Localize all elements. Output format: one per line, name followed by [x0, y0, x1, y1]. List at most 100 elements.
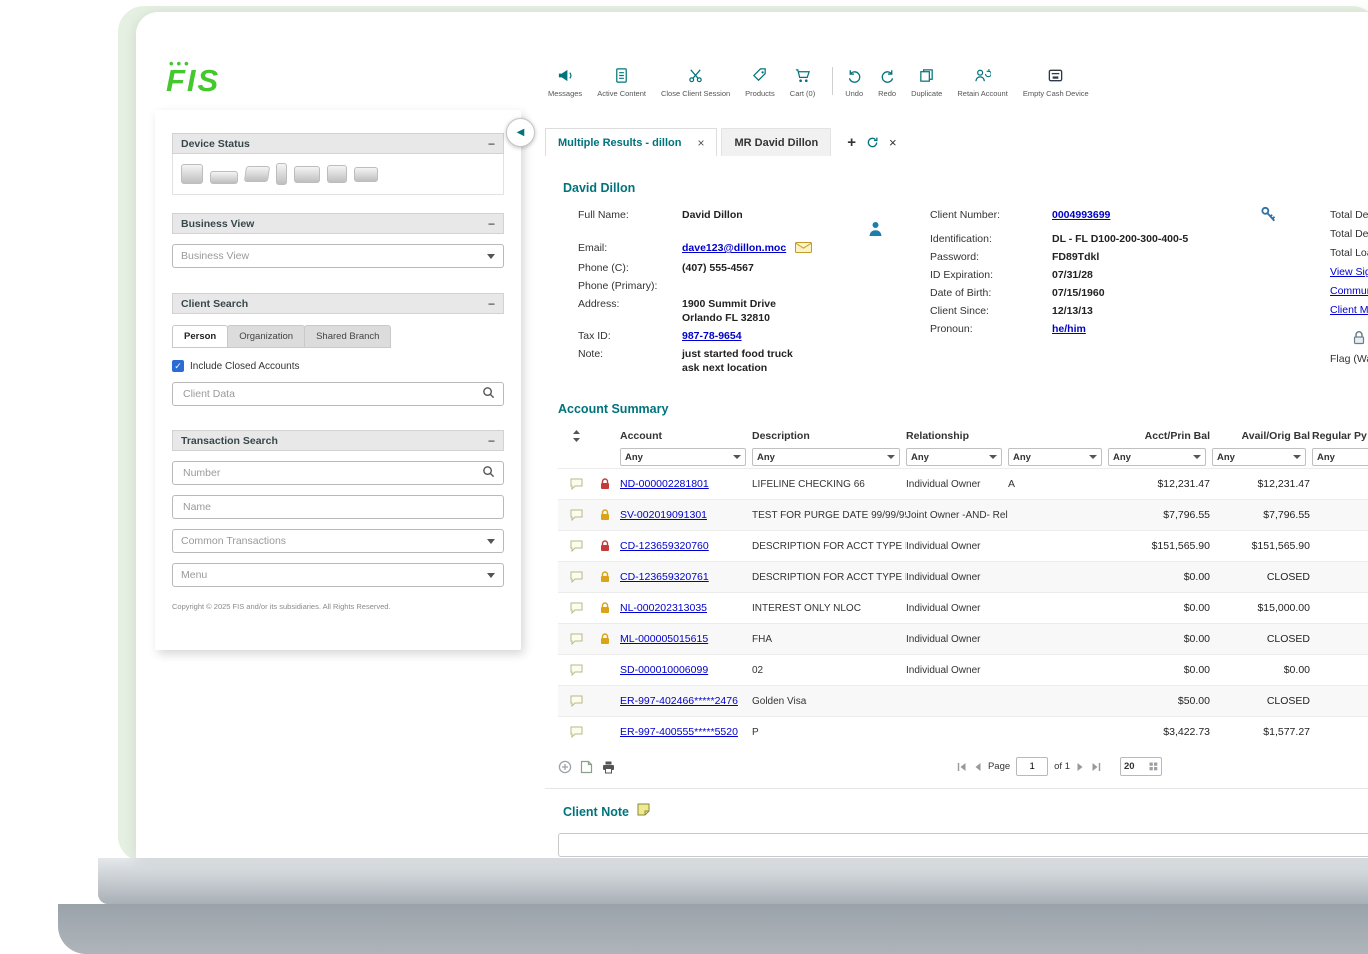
page-size-select[interactable]: 20 [1120, 757, 1162, 776]
client-data-search[interactable] [172, 382, 504, 406]
sort-icon[interactable] [558, 430, 594, 442]
client-note-input[interactable] [558, 833, 1368, 857]
table-row[interactable]: SD-000010006099 02 Individual Owner $0.0… [558, 654, 1368, 685]
device-status-header[interactable]: Device Status − [172, 133, 504, 154]
client-person-icon[interactable] [868, 221, 883, 242]
lock-icon[interactable] [1352, 330, 1366, 350]
menu-select[interactable]: Menu [172, 563, 504, 587]
account-link[interactable]: NL-000202313035 [620, 602, 752, 614]
account-link[interactable]: ER-997-402466*****2476 [620, 695, 752, 707]
filter-extra-select[interactable]: Any [1008, 448, 1102, 466]
filter-relationship-select[interactable]: Any [906, 448, 1002, 466]
search-icon[interactable] [482, 465, 495, 481]
filter-avail-orig-select[interactable]: Any [1212, 448, 1306, 466]
client-maintenance-link[interactable]: Client Ma [1330, 304, 1368, 316]
close-client-session-button[interactable]: Close Client Session [661, 66, 730, 98]
key-icon[interactable] [1259, 206, 1278, 230]
table-row[interactable]: CD-123659320761 DESCRIPTION FOR ACCT TYP… [558, 561, 1368, 592]
print-icon[interactable] [601, 760, 616, 774]
account-link[interactable]: SD-000010006099 [620, 664, 752, 676]
account-link[interactable]: ND-000002281801 [620, 478, 752, 490]
envelope-icon[interactable] [795, 242, 813, 256]
collapse-minus-icon[interactable]: − [488, 137, 495, 151]
communication-link[interactable]: Communi [1330, 285, 1368, 297]
note-bubble-icon[interactable] [558, 726, 594, 738]
cart-button[interactable]: Cart (0) [790, 66, 815, 98]
tab-shared-branch[interactable]: Shared Branch [304, 325, 392, 348]
column-header-relationship[interactable]: Relationship [906, 430, 1008, 442]
sidebar-collapse-button[interactable]: ◀ [506, 118, 535, 147]
tab-organization[interactable]: Organization [227, 325, 306, 348]
client-search-header[interactable]: Client Search − [172, 293, 504, 314]
active-content-button[interactable]: Active Content [597, 66, 646, 98]
filter-acct-prin-select[interactable]: Any [1108, 448, 1206, 466]
business-view-header[interactable]: Business View − [172, 213, 504, 234]
duplicate-button[interactable]: Duplicate [911, 66, 942, 98]
tax-id-link[interactable]: 987-78-9654 [682, 330, 742, 342]
client-data-input[interactable] [181, 387, 482, 401]
refresh-icon[interactable] [866, 136, 879, 149]
transaction-search-header[interactable]: Transaction Search − [172, 430, 504, 451]
table-row[interactable]: ML-000005015615 FHA Individual Owner $0.… [558, 623, 1368, 654]
table-row[interactable]: ER-997-400555*****5520 P $3,422.73 $1,57… [558, 716, 1368, 747]
note-bubble-icon[interactable] [558, 664, 594, 676]
column-header-regular[interactable]: Regular Py [1312, 430, 1368, 442]
note-bubble-icon[interactable] [558, 695, 594, 707]
account-link[interactable]: SV-002019091301 [620, 509, 752, 521]
collapse-minus-icon[interactable]: − [488, 217, 495, 231]
column-header-avail-orig[interactable]: Avail/Orig Bal [1212, 430, 1312, 442]
messages-button[interactable]: Messages [548, 66, 582, 98]
filter-description-select[interactable]: Any [752, 448, 900, 466]
note-bubble-icon[interactable] [558, 602, 594, 614]
undo-button[interactable]: Undo [845, 66, 863, 98]
close-tab-icon[interactable]: × [697, 136, 704, 150]
transaction-name-input[interactable] [181, 500, 495, 514]
email-link[interactable]: dave123@dillon.moc [682, 242, 786, 254]
column-header-acct-prin[interactable]: Acct/Prin Bal [1108, 430, 1212, 442]
table-row[interactable]: NL-000202313035 INTEREST ONLY NLOC Indiv… [558, 592, 1368, 623]
table-row[interactable]: SV-002019091301 TEST FOR PURGE DATE 99/9… [558, 499, 1368, 530]
close-all-icon[interactable]: × [889, 135, 897, 150]
account-link[interactable]: ER-997-400555*****5520 [620, 726, 752, 738]
redo-button[interactable]: Redo [878, 66, 896, 98]
view-signature-link[interactable]: View Sign [1330, 266, 1368, 278]
table-row[interactable]: ER-997-402466*****2476 Golden Visa $50.0… [558, 685, 1368, 716]
add-circle-icon[interactable] [558, 760, 572, 774]
filter-account-select[interactable]: Any [620, 448, 746, 466]
column-header-account[interactable]: Account [620, 430, 752, 442]
transaction-number-input[interactable] [181, 466, 482, 480]
account-link[interactable]: CD-123659320761 [620, 571, 752, 583]
search-icon[interactable] [482, 386, 495, 402]
column-header-description[interactable]: Description [752, 430, 906, 442]
table-row[interactable]: CD-123659320760 DESCRIPTION FOR ACCT TYP… [558, 530, 1368, 561]
next-page-icon[interactable] [1076, 762, 1085, 772]
include-closed-checkbox[interactable]: ✓ [172, 360, 184, 372]
note-bubble-icon[interactable] [558, 540, 594, 552]
account-link[interactable]: CD-123659320760 [620, 540, 752, 552]
transaction-name-field[interactable] [172, 495, 504, 519]
tab-multiple-results[interactable]: Multiple Results - dillon × [545, 128, 718, 156]
account-link[interactable]: ML-000005015615 [620, 633, 752, 645]
business-view-select[interactable]: Business View [172, 244, 504, 268]
note-bubble-icon[interactable] [558, 571, 594, 583]
add-tab-icon[interactable]: + [847, 134, 856, 151]
empty-cash-device-button[interactable]: Empty Cash Device [1023, 66, 1089, 98]
first-page-icon[interactable] [956, 762, 967, 772]
last-page-icon[interactable] [1091, 762, 1102, 772]
page-number-input[interactable] [1016, 757, 1049, 776]
collapse-minus-icon[interactable]: − [488, 297, 495, 311]
sticky-note-icon[interactable] [637, 803, 650, 821]
filter-regular-select[interactable]: Any [1312, 448, 1368, 466]
client-number-link[interactable]: 0004993699 [1052, 209, 1110, 221]
table-row[interactable]: ND-000002281801 LIFELINE CHECKING 66 Ind… [558, 468, 1368, 499]
tab-person[interactable]: Person [172, 325, 229, 348]
collapse-minus-icon[interactable]: − [488, 434, 495, 448]
export-icon[interactable] [580, 760, 593, 774]
tab-client-session[interactable]: MR David Dillon [721, 128, 832, 156]
transaction-number-field[interactable] [172, 461, 504, 485]
retain-account-button[interactable]: Retain Account [957, 66, 1008, 98]
products-button[interactable]: Products [745, 66, 775, 98]
pronoun-link[interactable]: he/him [1052, 323, 1086, 335]
prev-page-icon[interactable] [973, 762, 982, 772]
note-bubble-icon[interactable] [558, 509, 594, 521]
